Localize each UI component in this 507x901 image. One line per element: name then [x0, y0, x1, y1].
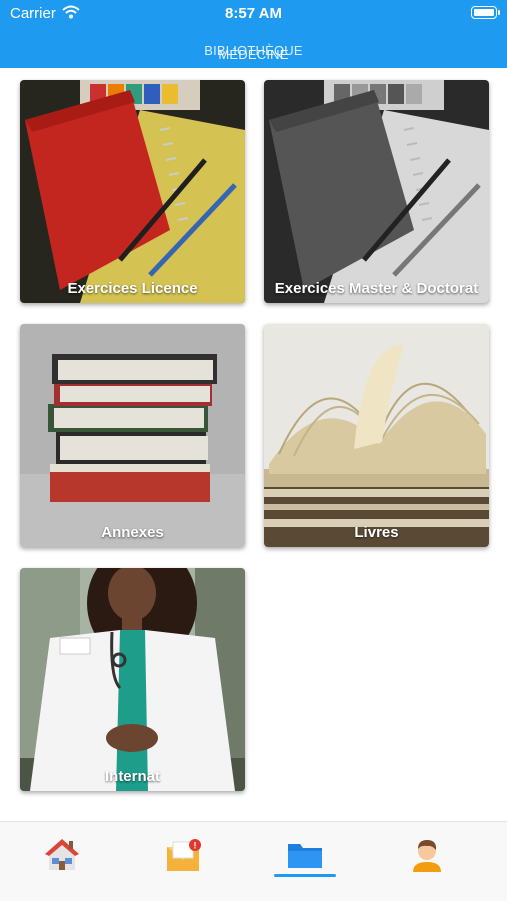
home-icon — [45, 839, 79, 870]
clock: 8:57 AM — [225, 5, 282, 22]
card-annexes[interactable]: Annexes — [20, 324, 245, 547]
card-label: Internat — [104, 768, 160, 785]
tab-bar: ! — [0, 821, 507, 901]
profile-icon — [413, 840, 441, 872]
app-header: Carrier 8:57 AM BIBLIOTHÈQUE MÉDECINE — [0, 0, 507, 68]
card-label: Annexes — [101, 524, 164, 541]
status-bar: Carrier 8:57 AM — [0, 0, 507, 28]
tab-profile[interactable] — [396, 834, 456, 878]
card-label: Exercices Licence — [67, 280, 198, 297]
card-livres[interactable]: Livres — [264, 324, 489, 547]
notebook-image — [20, 80, 245, 303]
card-label: Exercices Master & Doctorat — [274, 280, 479, 297]
battery-icon — [471, 6, 500, 19]
card-exercices-licence[interactable]: Exercices Licence — [20, 80, 245, 303]
open-book-image — [264, 324, 489, 547]
card-exercices-master-doctorat[interactable]: Exercices Master & Doctorat — [264, 80, 489, 303]
book-stack-image — [20, 324, 245, 547]
tab-library[interactable] — [274, 834, 334, 878]
svg-text:!: ! — [194, 841, 197, 851]
selected-tab-indicator — [274, 874, 336, 877]
title-line-2: MÉDECINE — [218, 47, 289, 62]
tab-messages[interactable]: ! — [152, 834, 212, 878]
folder-icon — [288, 844, 322, 868]
mail-icon: ! — [167, 839, 201, 871]
notebook-gray-image — [264, 80, 489, 303]
doctor-image — [20, 568, 245, 791]
card-internat[interactable]: Internat — [20, 568, 245, 791]
page-title: BIBLIOTHÈQUE MÉDECINE — [0, 43, 507, 63]
tab-home[interactable] — [31, 834, 91, 878]
card-label: Livres — [354, 524, 399, 541]
